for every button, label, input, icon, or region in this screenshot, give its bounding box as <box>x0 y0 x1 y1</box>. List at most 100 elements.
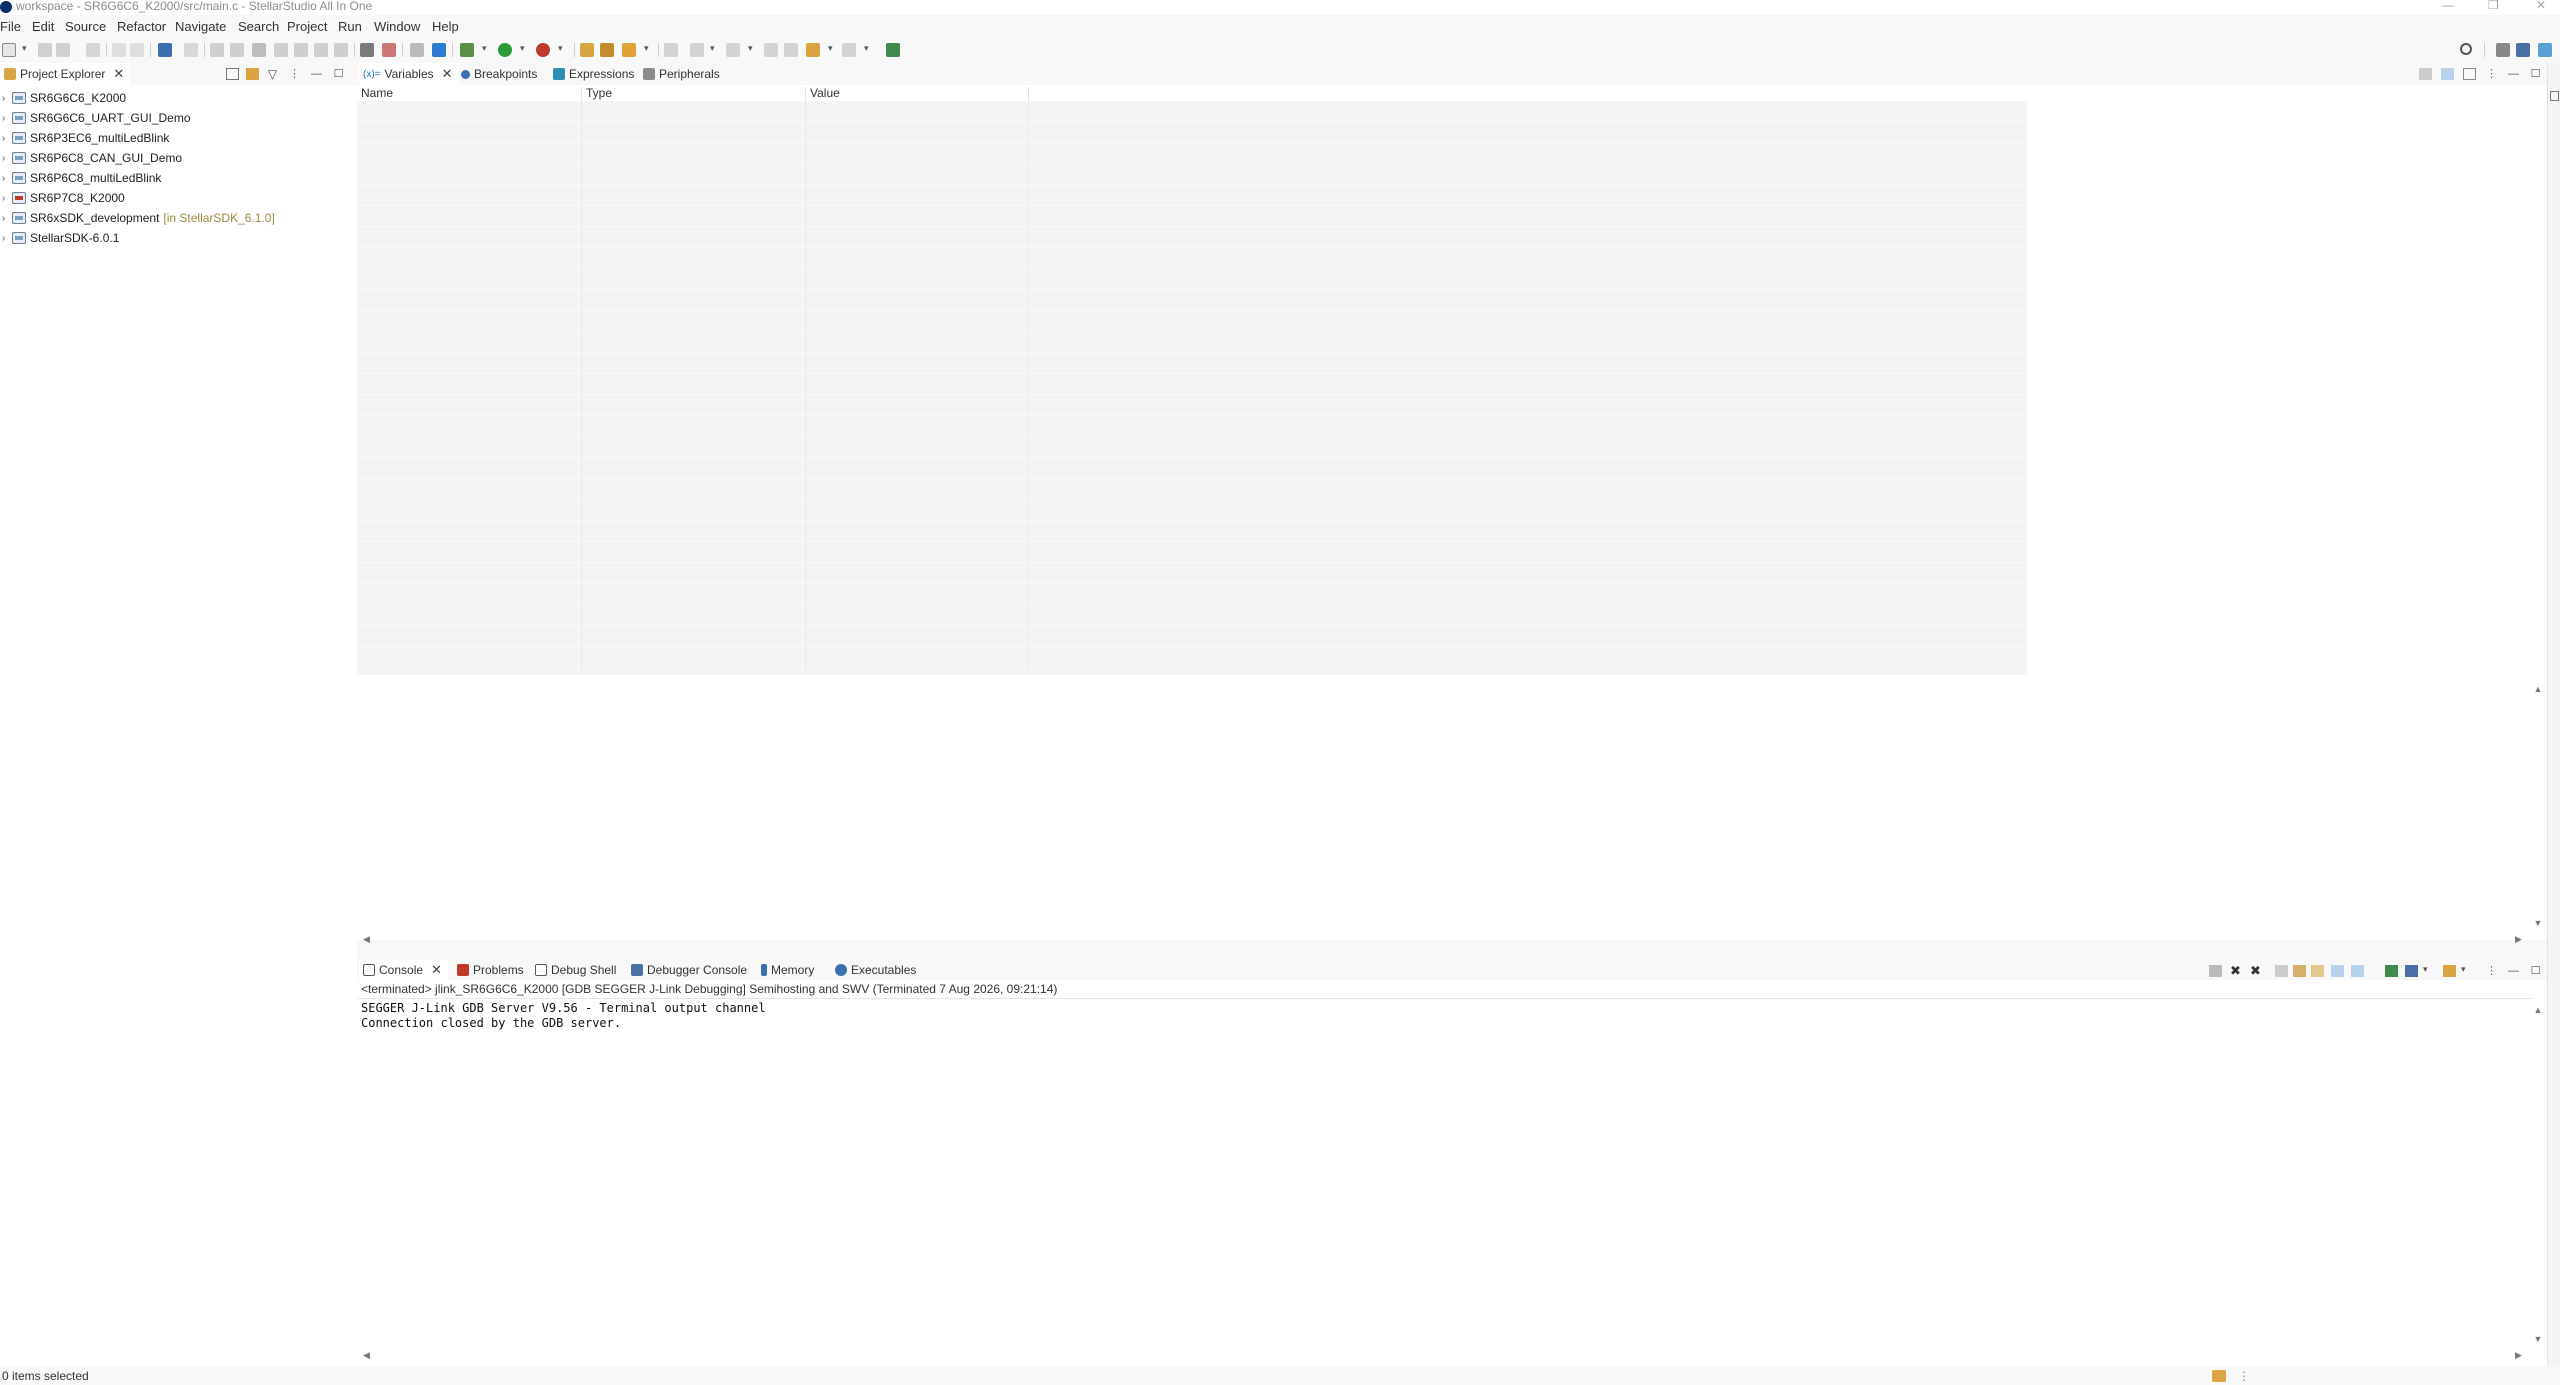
show-type-names-icon[interactable] <box>2419 68 2432 80</box>
scroll-left-icon[interactable]: ◀ <box>363 934 370 944</box>
debug-dropdown-icon[interactable]: ▾ <box>482 43 487 54</box>
tree-item-sr6p6c8-multiledblink[interactable]: › SR6P6C8_multiLedBlink <box>0 168 357 188</box>
minimize-icon[interactable]: — <box>2507 68 2520 80</box>
tab-debugger-console[interactable]: Debugger Console <box>627 960 753 980</box>
scroll-right-icon[interactable]: ▶ <box>2515 934 2522 944</box>
last-edit-icon[interactable] <box>764 43 778 57</box>
redo-icon[interactable] <box>130 43 144 57</box>
tab-memory[interactable]: Memory <box>757 960 820 980</box>
expand-icon[interactable]: › <box>2 133 12 144</box>
minimize-window-button[interactable]: — <box>2442 0 2454 12</box>
tab-peripherals[interactable]: Peripherals <box>639 63 726 85</box>
menu-help[interactable]: Help <box>432 19 459 34</box>
expand-icon[interactable]: › <box>2 93 12 104</box>
minimize-icon[interactable]: — <box>2507 965 2520 977</box>
terminate-icon[interactable] <box>2209 965 2222 977</box>
instruction-stepping-icon[interactable] <box>360 43 374 57</box>
skip-breakpoints-icon[interactable] <box>184 43 198 57</box>
clear-console-icon[interactable] <box>2275 965 2288 977</box>
remove-launch-icon[interactable]: ✖ <box>2229 964 2242 977</box>
search-tool-dropdown-icon[interactable]: ▾ <box>644 43 649 54</box>
external-tools-icon[interactable] <box>536 43 550 57</box>
suspend-icon[interactable] <box>230 43 244 57</box>
close-icon[interactable]: ✕ <box>442 66 453 82</box>
expand-icon[interactable]: › <box>2 193 12 204</box>
save-icon[interactable] <box>38 43 52 57</box>
download-icon[interactable] <box>432 43 446 57</box>
next-annotation-dropdown-icon[interactable]: ▾ <box>710 43 715 54</box>
console-output[interactable]: SEGGER J-Link GDB Server V9.56 - Termina… <box>361 1001 766 1031</box>
variables-table-body[interactable] <box>357 101 2027 675</box>
maximize-icon[interactable]: ☐ <box>332 68 345 80</box>
minimize-icon[interactable]: — <box>310 68 323 80</box>
show-on-stderr-icon[interactable] <box>2351 965 2364 977</box>
expand-icon[interactable]: › <box>2 153 12 164</box>
remove-all-terminated-icon[interactable]: ✖ <box>2249 964 2262 977</box>
new-icon[interactable] <box>2 43 16 57</box>
menu-refactor[interactable]: Refactor <box>117 19 166 34</box>
scroll-down-icon[interactable]: ▼ <box>2533 1334 2543 1344</box>
back-history-icon[interactable] <box>784 43 798 57</box>
scroll-up-icon[interactable]: ▲ <box>2533 1005 2543 1015</box>
new-dropdown-icon[interactable]: ▾ <box>22 43 27 54</box>
tree-item-sr6xsdk-development[interactable]: › SR6xSDK_development [in StellarSDK_6.1… <box>0 208 357 228</box>
run-icon[interactable] <box>498 43 512 57</box>
step-into-icon[interactable] <box>294 43 308 57</box>
collapse-all-icon[interactable] <box>2463 68 2476 80</box>
column-header-value[interactable]: Value <box>806 87 1029 101</box>
tab-expressions[interactable]: Expressions <box>549 63 640 85</box>
print-icon[interactable] <box>86 43 100 57</box>
scroll-down-icon[interactable]: ▼ <box>2533 918 2543 928</box>
view-menu-icon[interactable]: ⋮ <box>288 68 301 80</box>
view-menu-icon[interactable]: ⋮ <box>2485 68 2498 80</box>
save-all-icon[interactable] <box>56 43 70 57</box>
open-console-icon[interactable] <box>2443 965 2456 977</box>
tab-variables[interactable]: (x)= Variables ✕ <box>359 63 459 85</box>
forward-icon[interactable] <box>842 43 856 57</box>
tab-executables[interactable]: Executables <box>831 960 922 980</box>
word-wrap-icon[interactable] <box>2311 965 2324 977</box>
search-tool-icon[interactable] <box>622 43 636 57</box>
run-dropdown-icon[interactable]: ▾ <box>520 43 525 54</box>
tab-console[interactable]: Console ✕ <box>359 960 448 980</box>
menu-file[interactable]: File <box>0 19 21 34</box>
step-return-icon[interactable] <box>334 43 348 57</box>
terminate-icon[interactable] <box>252 43 266 57</box>
close-icon[interactable]: ✕ <box>113 66 124 82</box>
column-header-type[interactable]: Type <box>582 87 806 101</box>
link-with-editor-icon[interactable] <box>246 68 259 80</box>
maximize-icon[interactable]: ☐ <box>2529 68 2542 80</box>
tree-item-sr6g6c6-uart-gui-demo[interactable]: › SR6G6C6_UART_GUI_Demo <box>0 108 357 128</box>
next-annotation-icon[interactable] <box>690 43 704 57</box>
debug-perspective-icon[interactable] <box>2516 43 2530 57</box>
filter-icon[interactable]: ▽ <box>266 68 279 80</box>
maximize-icon[interactable]: ☐ <box>2529 965 2542 977</box>
resume-icon[interactable] <box>210 43 224 57</box>
open-perspective-icon[interactable] <box>2496 43 2510 57</box>
close-icon[interactable]: ✕ <box>431 962 442 978</box>
scroll-lock-icon[interactable] <box>2293 965 2306 977</box>
collapse-all-icon[interactable] <box>226 68 239 80</box>
variable-detail-pane[interactable]: ▲ ▼ ◀ ▶ <box>357 678 2547 944</box>
menu-search[interactable]: Search <box>238 19 279 34</box>
restore-view-icon[interactable] <box>2550 91 2559 101</box>
expand-icon[interactable]: › <box>2 113 12 124</box>
tree-item-sr6p7c8-k2000[interactable]: › SR6P7C8_K2000 <box>0 188 357 208</box>
back-icon[interactable] <box>806 43 820 57</box>
display-selected-console-icon[interactable] <box>2405 965 2418 977</box>
close-window-button[interactable]: ✕ <box>2536 0 2546 12</box>
menu-edit[interactable]: Edit <box>32 19 54 34</box>
pin-editor-icon[interactable] <box>886 43 900 57</box>
scroll-right-icon[interactable]: ▶ <box>2515 1350 2522 1360</box>
disconnect-icon[interactable] <box>274 43 288 57</box>
stellar-perspective-icon[interactable] <box>2538 43 2552 57</box>
view-menu-icon[interactable]: ⋮ <box>2485 965 2498 977</box>
scroll-up-icon[interactable]: ▲ <box>2533 684 2543 694</box>
flash-icon[interactable] <box>410 43 424 57</box>
tab-project-explorer[interactable]: Project Explorer ✕ <box>0 63 131 85</box>
forward-dropdown-icon[interactable]: ▾ <box>864 43 869 54</box>
expand-icon[interactable]: › <box>2 213 12 224</box>
undo-icon[interactable] <box>112 43 126 57</box>
tree-item-stellarsdk-6-0-1[interactable]: › StellarSDK-6.0.1 <box>0 228 357 248</box>
previous-annotation-icon[interactable] <box>726 43 740 57</box>
